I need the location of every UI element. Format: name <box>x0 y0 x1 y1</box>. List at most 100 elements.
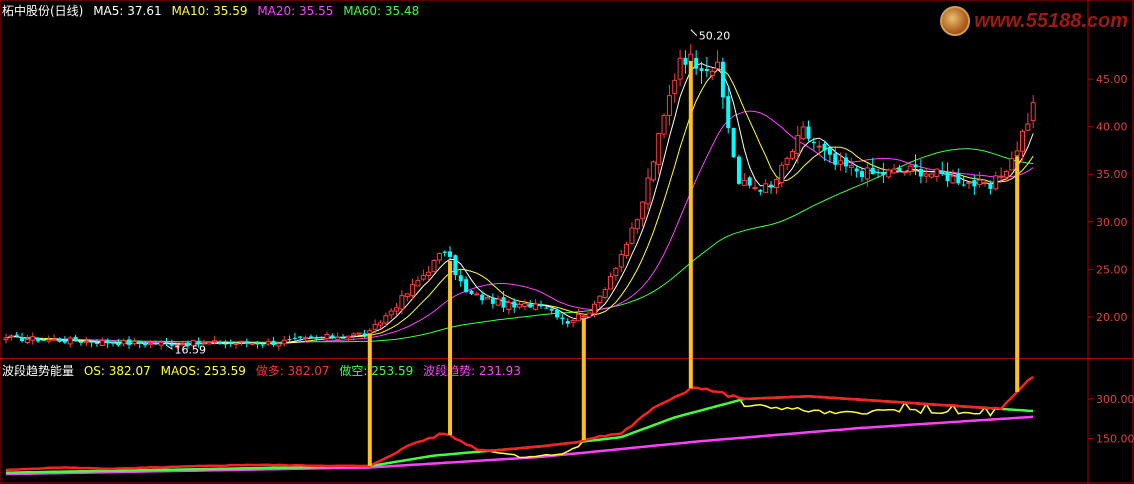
candle <box>763 178 769 193</box>
candle <box>634 218 640 234</box>
candle <box>789 148 795 161</box>
candle <box>645 168 651 211</box>
candle <box>164 337 169 346</box>
candle <box>694 50 699 75</box>
candle <box>99 337 105 347</box>
candle <box>522 299 528 311</box>
candle <box>934 168 940 182</box>
candle <box>448 246 453 260</box>
kline-chart: 20.00 25.00 30.00 35.00 40.00 45.00 150.00 300.… <box>0 0 1134 484</box>
candle <box>453 254 458 281</box>
candle <box>993 171 999 191</box>
candle <box>539 300 543 309</box>
candle <box>3 333 9 344</box>
candle <box>458 269 463 287</box>
candle <box>843 153 848 173</box>
candle <box>618 249 624 273</box>
candle <box>672 73 678 103</box>
candle <box>474 291 480 296</box>
candle <box>972 174 977 195</box>
candle <box>415 276 421 287</box>
candle <box>46 335 52 344</box>
candle <box>233 342 239 349</box>
candle <box>276 343 282 351</box>
short-line <box>5 395 1034 474</box>
candle <box>704 56 709 78</box>
candle <box>292 332 297 342</box>
candle <box>940 161 945 177</box>
long-line <box>5 375 1034 472</box>
os-line <box>5 376 1034 471</box>
candle <box>977 171 983 188</box>
candle <box>640 201 646 227</box>
candle <box>945 162 950 187</box>
candle <box>73 334 78 342</box>
candle <box>464 276 469 294</box>
candle <box>20 332 25 343</box>
candle <box>838 152 844 172</box>
candle <box>78 340 83 346</box>
candle <box>265 338 271 347</box>
candle <box>169 339 174 349</box>
candle <box>586 312 592 318</box>
candle <box>30 332 36 345</box>
candle <box>345 335 351 342</box>
candle <box>249 342 255 346</box>
candle <box>758 188 763 196</box>
high-price-pointer <box>690 29 698 36</box>
price-tick-label: 35.00 <box>1096 168 1128 181</box>
candle <box>608 272 614 290</box>
indicator-tick-label: 150.00 <box>1096 432 1134 445</box>
candle <box>715 50 721 70</box>
candle <box>324 331 330 341</box>
candle <box>881 162 886 184</box>
candle <box>469 289 474 295</box>
candle <box>656 132 662 175</box>
candle <box>773 177 779 195</box>
candle <box>629 222 635 246</box>
candle <box>404 293 410 302</box>
candle <box>800 121 806 141</box>
candle <box>244 338 249 348</box>
chart-frame <box>0 0 1134 484</box>
indicator-tick-label: 300.00 <box>1096 393 1134 406</box>
trend-line <box>5 415 1034 476</box>
candle <box>436 252 442 264</box>
candle <box>918 159 923 184</box>
candle <box>907 164 913 176</box>
candle <box>1025 113 1031 132</box>
candle <box>613 266 619 281</box>
candle <box>223 339 228 349</box>
candle <box>67 335 73 348</box>
candle <box>57 337 62 343</box>
candle <box>731 127 736 158</box>
candle <box>490 293 495 309</box>
candle <box>677 49 683 87</box>
candle <box>709 68 715 81</box>
candle <box>517 302 523 310</box>
candle <box>891 164 897 175</box>
candle <box>420 269 426 281</box>
candle <box>356 332 362 335</box>
candle <box>1030 94 1036 129</box>
candle <box>442 250 447 257</box>
candle <box>726 85 731 134</box>
candle <box>650 160 656 183</box>
candle <box>51 334 57 341</box>
candle <box>966 181 972 189</box>
candle <box>827 145 832 163</box>
candle <box>388 308 394 320</box>
candle <box>913 154 918 175</box>
candle <box>864 163 870 187</box>
price-tick-label: 30.00 <box>1096 216 1128 229</box>
candle <box>624 241 630 259</box>
candle <box>736 154 741 185</box>
candle <box>24 335 30 345</box>
candle <box>121 338 127 347</box>
candle <box>806 120 811 142</box>
low-price-label: 16.59 <box>175 343 207 356</box>
candle <box>281 335 287 347</box>
candle <box>747 175 752 189</box>
candle <box>897 164 902 173</box>
candle <box>902 171 908 177</box>
